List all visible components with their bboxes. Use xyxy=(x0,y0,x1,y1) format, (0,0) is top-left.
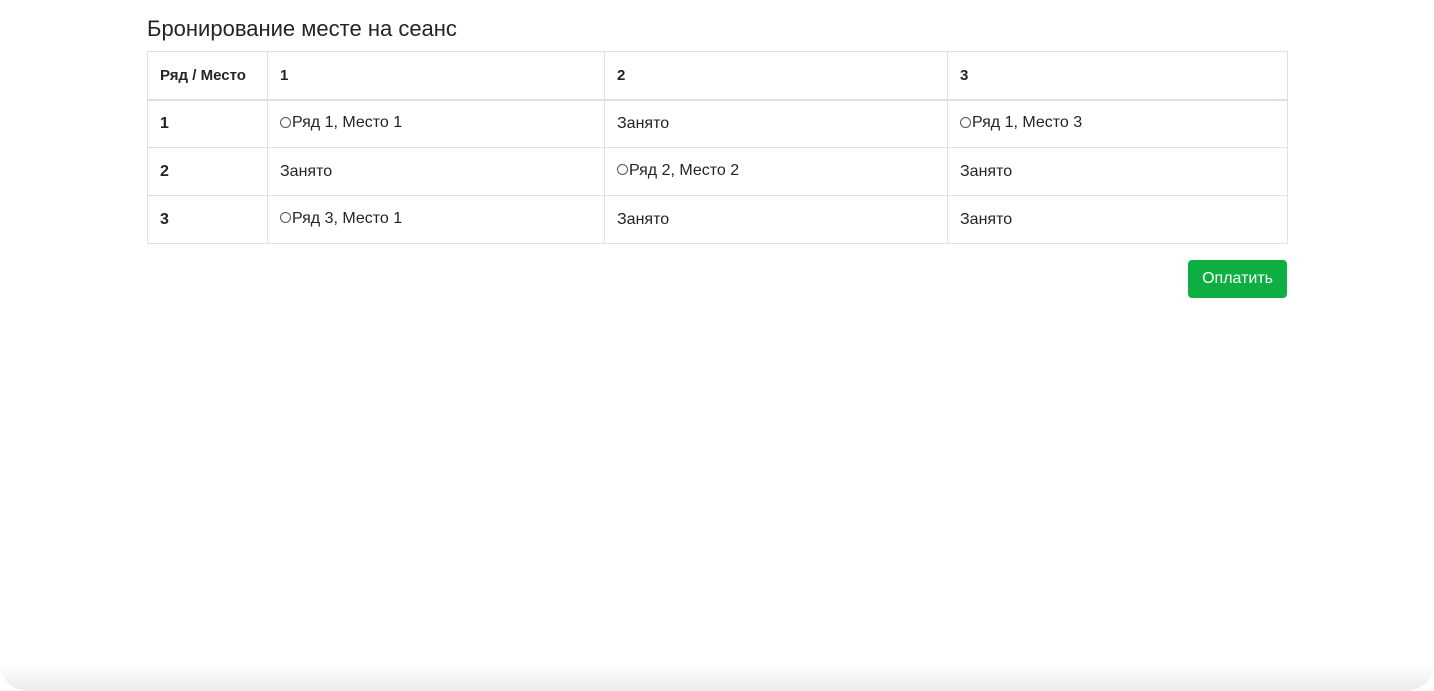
row-label: 3 xyxy=(147,195,268,244)
seat-table: Ряд / Место 1 2 3 1 Ряд 1, Место 1 Занят… xyxy=(147,51,1288,244)
column-header: 1 xyxy=(267,51,605,101)
column-header: 2 xyxy=(604,51,948,101)
table-row: 2 Занято Ряд 2, Место 2 Занято xyxy=(147,147,1288,196)
table-header-row: Ряд / Место 1 2 3 xyxy=(147,51,1288,101)
seat-option[interactable]: Ряд 2, Место 2 xyxy=(617,162,739,180)
table-row: 1 Ряд 1, Место 1 Занято Ряд 1, Место 3 xyxy=(147,99,1288,148)
seat-label: Ряд 3, Место 1 xyxy=(292,209,403,227)
page-title: Бронирование месте на сеанс xyxy=(147,16,457,41)
seat-label: Ряд 1, Место 3 xyxy=(972,114,1083,131)
actions-bar: Оплатить xyxy=(147,260,1287,298)
seat-cell-taken: Занято xyxy=(604,195,948,244)
pay-button[interactable]: Оплатить xyxy=(1188,260,1287,298)
seat-option[interactable]: Ряд 3, Место 1 xyxy=(280,210,402,228)
seat-cell: Ряд 2, Место 2 xyxy=(604,147,948,196)
seat-cell-taken: Занято xyxy=(267,147,605,196)
seat-cell: Ряд 1, Место 1 xyxy=(267,99,605,148)
seat-option[interactable]: Ряд 1, Место 1 xyxy=(280,114,402,132)
window-bottom-shadow xyxy=(0,663,1434,691)
seat-radio[interactable] xyxy=(280,116,291,128)
seat-label: Ряд 1, Место 1 xyxy=(292,114,403,131)
seat-option[interactable]: Ряд 1, Место 3 xyxy=(960,114,1082,132)
corner-header: Ряд / Место xyxy=(147,51,268,101)
seat-radio[interactable] xyxy=(280,212,291,224)
seat-cell-taken: Занято xyxy=(947,147,1288,196)
seat-radio[interactable] xyxy=(960,116,971,128)
seat-cell-taken: Занято xyxy=(604,99,948,148)
seat-cell: Ряд 1, Место 3 xyxy=(947,99,1288,148)
page: Бронирование месте на сеанс Ряд / Место … xyxy=(0,0,1434,691)
seat-cell-taken: Занято xyxy=(947,195,1288,244)
seat-radio[interactable] xyxy=(617,164,628,176)
row-label: 1 xyxy=(147,99,268,148)
table-row: 3 Ряд 3, Место 1 Занято Занято xyxy=(147,195,1288,244)
seat-cell: Ряд 3, Место 1 xyxy=(267,195,605,244)
booking-container: Бронирование месте на сеанс Ряд / Место … xyxy=(147,14,1288,298)
column-header: 3 xyxy=(947,51,1288,101)
row-label: 2 xyxy=(147,147,268,196)
seat-label: Ряд 2, Место 2 xyxy=(629,161,740,179)
